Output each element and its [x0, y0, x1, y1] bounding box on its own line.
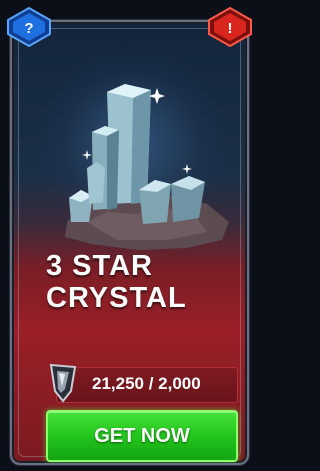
- item-title-line-1: 3 STAR: [46, 250, 153, 282]
- help-button[interactable]: ?: [6, 6, 52, 48]
- item-title: 3 STAR CRYSTAL: [46, 250, 187, 314]
- crystal-offer-card[interactable]: 3 STAR CRYSTAL 21,250 / 2,000 GET NOW: [10, 20, 249, 465]
- crystal-cluster-image: [65, 84, 229, 250]
- shard-icon: [49, 363, 77, 403]
- item-title-line-2: CRYSTAL: [46, 282, 187, 314]
- alert-icon: !: [228, 20, 233, 37]
- alert-button[interactable]: !: [207, 6, 253, 48]
- currency-counter-text: 21,250 / 2,000: [92, 374, 201, 393]
- get-now-label: GET NOW: [94, 425, 190, 447]
- help-icon: ?: [24, 20, 33, 37]
- get-now-button[interactable]: GET NOW: [46, 410, 238, 462]
